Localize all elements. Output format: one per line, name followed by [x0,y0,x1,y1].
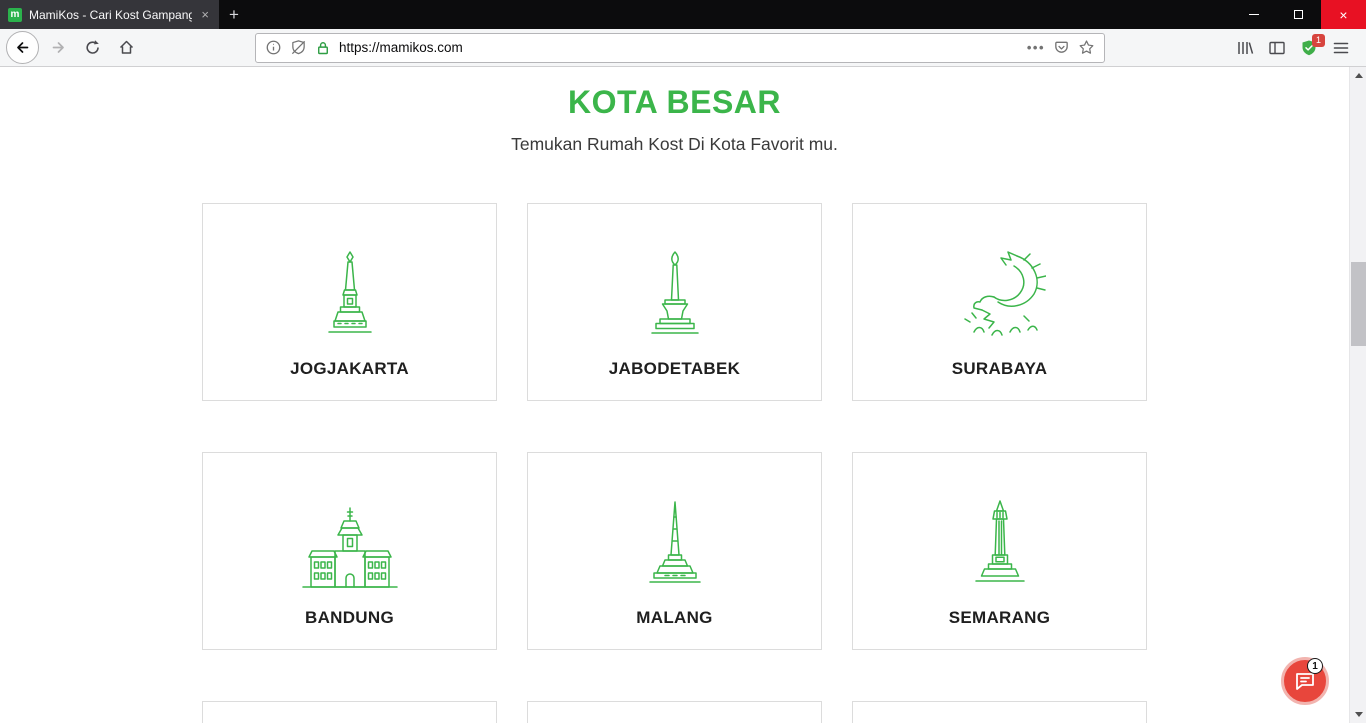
suro-boyo-statue-icon [954,250,1046,342]
gedung-sate-building-icon [297,505,403,591]
minimize-icon [1249,14,1259,15]
city-card-partial[interactable] [852,701,1147,723]
city-name: SURABAYA [952,359,1048,379]
tugu-muda-monument-icon [970,499,1030,591]
city-name: SEMARANG [949,608,1051,628]
city-name: JABODETABEK [609,359,740,379]
back-arrow-icon [14,39,31,56]
section-heading: KOTA BESAR [0,84,1349,121]
titlebar-drag-area [249,0,1231,29]
tugu-malang-monument-icon [645,499,705,591]
toolbar-right-icons: 1 [1236,39,1350,57]
page-actions-button[interactable]: ••• [1027,40,1045,55]
browser-titlebar: m MamiKos - Cari Kost Gampang × + × [0,0,1366,29]
monas-monument-icon [647,250,703,342]
city-card-bandung[interactable]: BANDUNG [202,452,497,650]
city-name: BANDUNG [305,608,394,628]
tracking-protection-off-icon[interactable] [290,39,307,56]
city-card-semarang[interactable]: SEMARANG [852,452,1147,650]
navigation-toolbar: https://mamikos.com ••• 1 [0,29,1366,67]
shield-extension-button[interactable]: 1 [1300,39,1318,57]
scroll-down-icon [1355,712,1363,717]
maximize-icon [1294,10,1303,19]
mamikos-favicon-icon: m [8,8,22,22]
scroll-up-icon [1355,73,1363,78]
scrollbar-track[interactable] [1349,67,1366,723]
city-grid: JOGJAKARTA JABODETABEK [0,203,1349,723]
back-button[interactable] [6,31,39,64]
bookmark-star-icon[interactable] [1078,39,1095,56]
sidebar-icon[interactable] [1268,39,1286,57]
new-tab-button[interactable]: + [219,0,249,29]
city-card-partial[interactable] [527,701,822,723]
url-text[interactable]: https://mamikos.com [339,40,463,55]
page-info-icon[interactable] [265,39,282,56]
tugu-jogja-monument-icon [321,250,379,342]
pocket-icon[interactable] [1053,39,1070,56]
home-icon [118,39,135,56]
browser-tab[interactable]: m MamiKos - Cari Kost Gampang × [0,0,219,29]
city-card-surabaya[interactable]: SURABAYA [852,203,1147,401]
city-card-partial[interactable] [202,701,497,723]
city-name: MALANG [636,608,712,628]
url-bar[interactable]: https://mamikos.com ••• [255,33,1105,63]
city-name: JOGJAKARTA [290,359,409,379]
forward-button[interactable] [43,33,73,63]
scrollbar-thumb[interactable] [1351,262,1366,346]
tab-title: MamiKos - Cari Kost Gampang [29,8,192,22]
city-card-malang[interactable]: MALANG [527,452,822,650]
close-button[interactable]: × [1321,0,1366,29]
extension-badge: 1 [1312,34,1325,47]
maximize-button[interactable] [1276,0,1321,29]
reload-icon [84,39,101,56]
chat-badge: 1 [1307,658,1323,674]
city-card-jogjakarta[interactable]: JOGJAKARTA [202,203,497,401]
scrollbar-up-button[interactable] [1350,67,1366,84]
reload-button[interactable] [77,33,107,63]
minimize-button[interactable] [1231,0,1276,29]
library-icon[interactable] [1236,39,1254,57]
home-button[interactable] [111,33,141,63]
forward-arrow-icon [50,39,67,56]
https-lock-icon[interactable] [315,40,331,56]
menu-hamburger-icon[interactable] [1332,39,1350,57]
page-content: KOTA BESAR Temukan Rumah Kost Di Kota Fa… [0,67,1349,723]
city-card-jabodetabek[interactable]: JABODETABEK [527,203,822,401]
tab-close-button[interactable]: × [199,7,211,22]
scrollbar-down-button[interactable] [1350,706,1366,723]
section-subtitle: Temukan Rumah Kost Di Kota Favorit mu. [0,134,1349,155]
